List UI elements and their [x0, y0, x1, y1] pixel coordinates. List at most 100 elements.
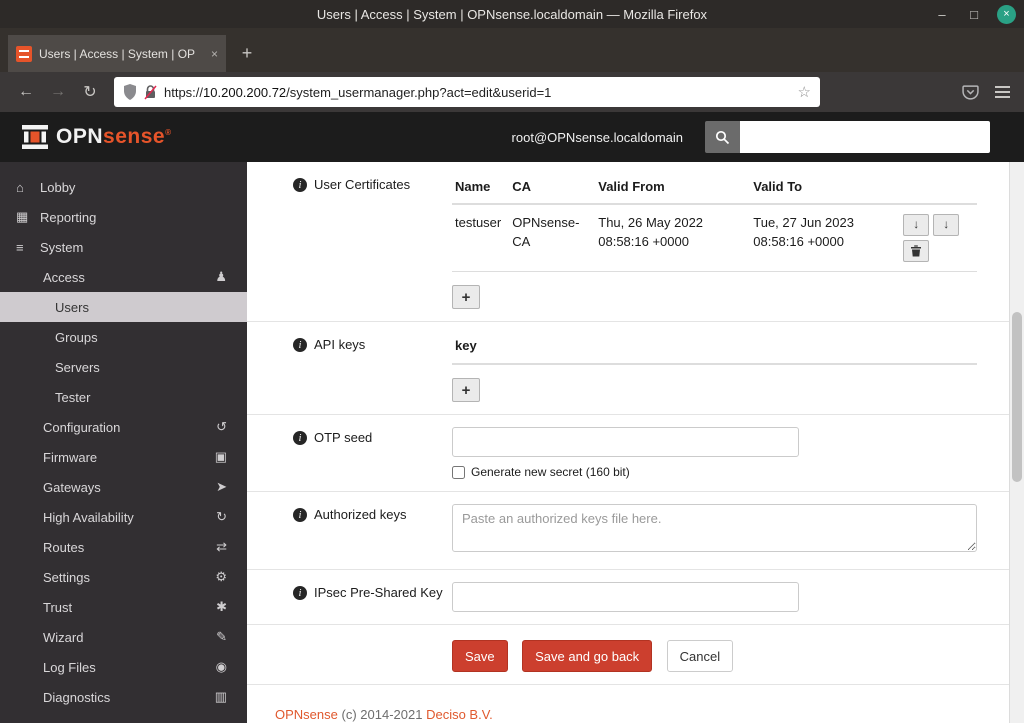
- search-input[interactable]: [740, 121, 990, 153]
- form-actions-row: Save Save and go back Cancel: [247, 625, 1009, 685]
- users-group-icon: ♟: [215, 269, 227, 285]
- pocket-icon[interactable]: [962, 84, 979, 101]
- gear-icon: ⚙: [215, 569, 227, 585]
- eye-icon: ◉: [216, 659, 227, 675]
- sidebar-item-routes[interactable]: Routes⇄: [0, 532, 247, 562]
- reload-icon[interactable]: ↻: [74, 77, 106, 107]
- sidebar-item-users[interactable]: Users: [0, 292, 247, 322]
- tab-bar: Users | Access | System | OP × +: [0, 28, 1024, 72]
- info-icon[interactable]: [293, 338, 307, 352]
- sidebar-item-high-availability[interactable]: High Availability↻: [0, 502, 247, 532]
- sidebar-item-label: Groups: [55, 330, 98, 345]
- sidebar-item-log-files[interactable]: Log Files◉: [0, 652, 247, 682]
- logged-in-user: root@OPNsense.localdomain: [512, 130, 705, 145]
- browser-tab[interactable]: Users | Access | System | OP ×: [8, 35, 226, 72]
- tracking-shield-icon[interactable]: [123, 84, 137, 100]
- url-path: /system_usermanager.php?act=edit&userid=…: [286, 85, 551, 100]
- sidebar-item-configuration[interactable]: Configuration↺: [0, 412, 247, 442]
- export-key-button[interactable]: ↓: [933, 214, 959, 236]
- url-bar[interactable]: https://10.200.200.72/system_usermanager…: [114, 77, 820, 107]
- window-controls: – □ ×: [933, 0, 1016, 28]
- search-button[interactable]: [705, 121, 740, 153]
- opnsense-link[interactable]: OPNsense: [275, 707, 338, 722]
- menu-icon[interactable]: [995, 86, 1010, 98]
- info-icon[interactable]: [293, 586, 307, 600]
- dashboard-icon: ⌂: [16, 180, 40, 195]
- sidebar-item-lobby[interactable]: ⌂Lobby: [0, 172, 247, 202]
- opnsense-logo[interactable]: OPNsense®: [20, 122, 171, 152]
- field-label-text: IPsec Pre-Shared Key: [314, 585, 443, 602]
- sidebar-item-system[interactable]: ≡System: [0, 232, 247, 262]
- url-host: 10.200.200.72: [203, 85, 286, 100]
- authorized-keys-row: Authorized keys: [247, 492, 1009, 570]
- sidebar-item-firmware[interactable]: Firmware▣: [0, 442, 247, 472]
- sidebar-item-reporting[interactable]: ▦Reporting: [0, 202, 247, 232]
- new-tab-button[interactable]: +: [232, 38, 262, 68]
- insecure-lock-icon[interactable]: [144, 84, 157, 100]
- download-icon: ↓: [943, 216, 949, 233]
- minimize-button[interactable]: –: [933, 5, 951, 23]
- sidebar-item-wizard[interactable]: Wizard✎: [0, 622, 247, 652]
- ipsec-psk-input[interactable]: [452, 582, 799, 612]
- deciso-link[interactable]: Deciso B.V.: [426, 707, 493, 722]
- sidebar-item-access[interactable]: Access ♟: [0, 262, 247, 292]
- close-button[interactable]: ×: [997, 5, 1016, 24]
- tab-close-icon[interactable]: ×: [211, 47, 218, 61]
- field-label: User Certificates: [293, 174, 452, 309]
- add-certificate-button[interactable]: +: [452, 285, 480, 309]
- sidebar-item-diagnostics[interactable]: Diagnostics ▥: [0, 682, 247, 712]
- refresh-icon: ↻: [216, 509, 227, 525]
- sidebar-item-servers[interactable]: Servers: [0, 352, 247, 382]
- authorized-keys-textarea[interactable]: [452, 504, 977, 552]
- browser-toolbar: ← → ↻ https://10.200.200.72/system_userm…: [0, 72, 1024, 112]
- sidebar-item-groups[interactable]: Groups: [0, 322, 247, 352]
- back-icon[interactable]: ←: [10, 77, 42, 107]
- sidebar-item-label: Diagnostics: [43, 690, 110, 705]
- sidebar-item-trust[interactable]: Trust✱: [0, 592, 247, 622]
- delete-certificate-button[interactable]: [903, 240, 929, 262]
- gateway-icon: ➤: [216, 479, 227, 495]
- column-header: Name: [452, 174, 509, 204]
- header-search: [705, 121, 990, 153]
- otp-seed-row: OTP seed Generate new secret (160 bit): [247, 415, 1009, 492]
- sidebar-item-gateways[interactable]: Gateways➤: [0, 472, 247, 502]
- save-button[interactable]: Save: [452, 640, 508, 672]
- sidebar-item-settings[interactable]: Settings⚙: [0, 562, 247, 592]
- tab-title: Users | Access | System | OP: [39, 47, 204, 61]
- routes-icon: ⇄: [216, 539, 227, 555]
- column-header: Valid From: [595, 174, 750, 204]
- api-keys-row: API keys key +: [247, 322, 1009, 415]
- user-certificates-table: Name CA Valid From Valid To testuser OPN…: [452, 174, 977, 272]
- info-icon[interactable]: [293, 178, 307, 192]
- maximize-button[interactable]: □: [965, 5, 983, 23]
- form-actions: Save Save and go back Cancel: [452, 637, 977, 672]
- export-certificate-button[interactable]: ↓: [903, 214, 929, 236]
- system-icon: ≡: [16, 240, 40, 255]
- column-header: CA: [509, 174, 595, 204]
- copyright-text: (c) 2014-2021: [342, 707, 423, 722]
- otp-seed-input[interactable]: [452, 427, 799, 457]
- scrollbar-track[interactable]: [1009, 162, 1024, 723]
- save-and-go-back-button[interactable]: Save and go back: [522, 640, 652, 672]
- scrollbar-thumb[interactable]: [1012, 312, 1022, 482]
- url-scheme: https://: [164, 85, 203, 100]
- sidebar: ⌂Lobby ▦Reporting ≡System Access♟ Users …: [0, 162, 247, 723]
- sidebar-item-tester[interactable]: Tester: [0, 382, 247, 412]
- sidebar-item-label: Configuration: [43, 420, 120, 435]
- sidebar-item-label: Trust: [43, 600, 72, 615]
- generate-secret-checkbox[interactable]: [452, 466, 465, 479]
- info-icon[interactable]: [293, 431, 307, 445]
- column-header-actions: [900, 174, 977, 204]
- bookmark-star-icon[interactable]: ☆: [798, 83, 811, 101]
- sidebar-item-label: Reporting: [40, 210, 96, 225]
- sidebar-item-label: Firmware: [43, 450, 97, 465]
- add-api-key-button[interactable]: +: [452, 378, 480, 402]
- sidebar-item-label: Access: [43, 270, 85, 285]
- forward-icon[interactable]: →: [42, 77, 74, 107]
- sidebar-item-label: System: [40, 240, 83, 255]
- column-header: Valid To: [750, 174, 900, 204]
- cancel-button[interactable]: Cancel: [667, 640, 733, 672]
- cert-ca-cell: OPNsense-CA: [509, 204, 595, 272]
- diagnostics-icon: ▥: [215, 689, 227, 705]
- info-icon[interactable]: [293, 508, 307, 522]
